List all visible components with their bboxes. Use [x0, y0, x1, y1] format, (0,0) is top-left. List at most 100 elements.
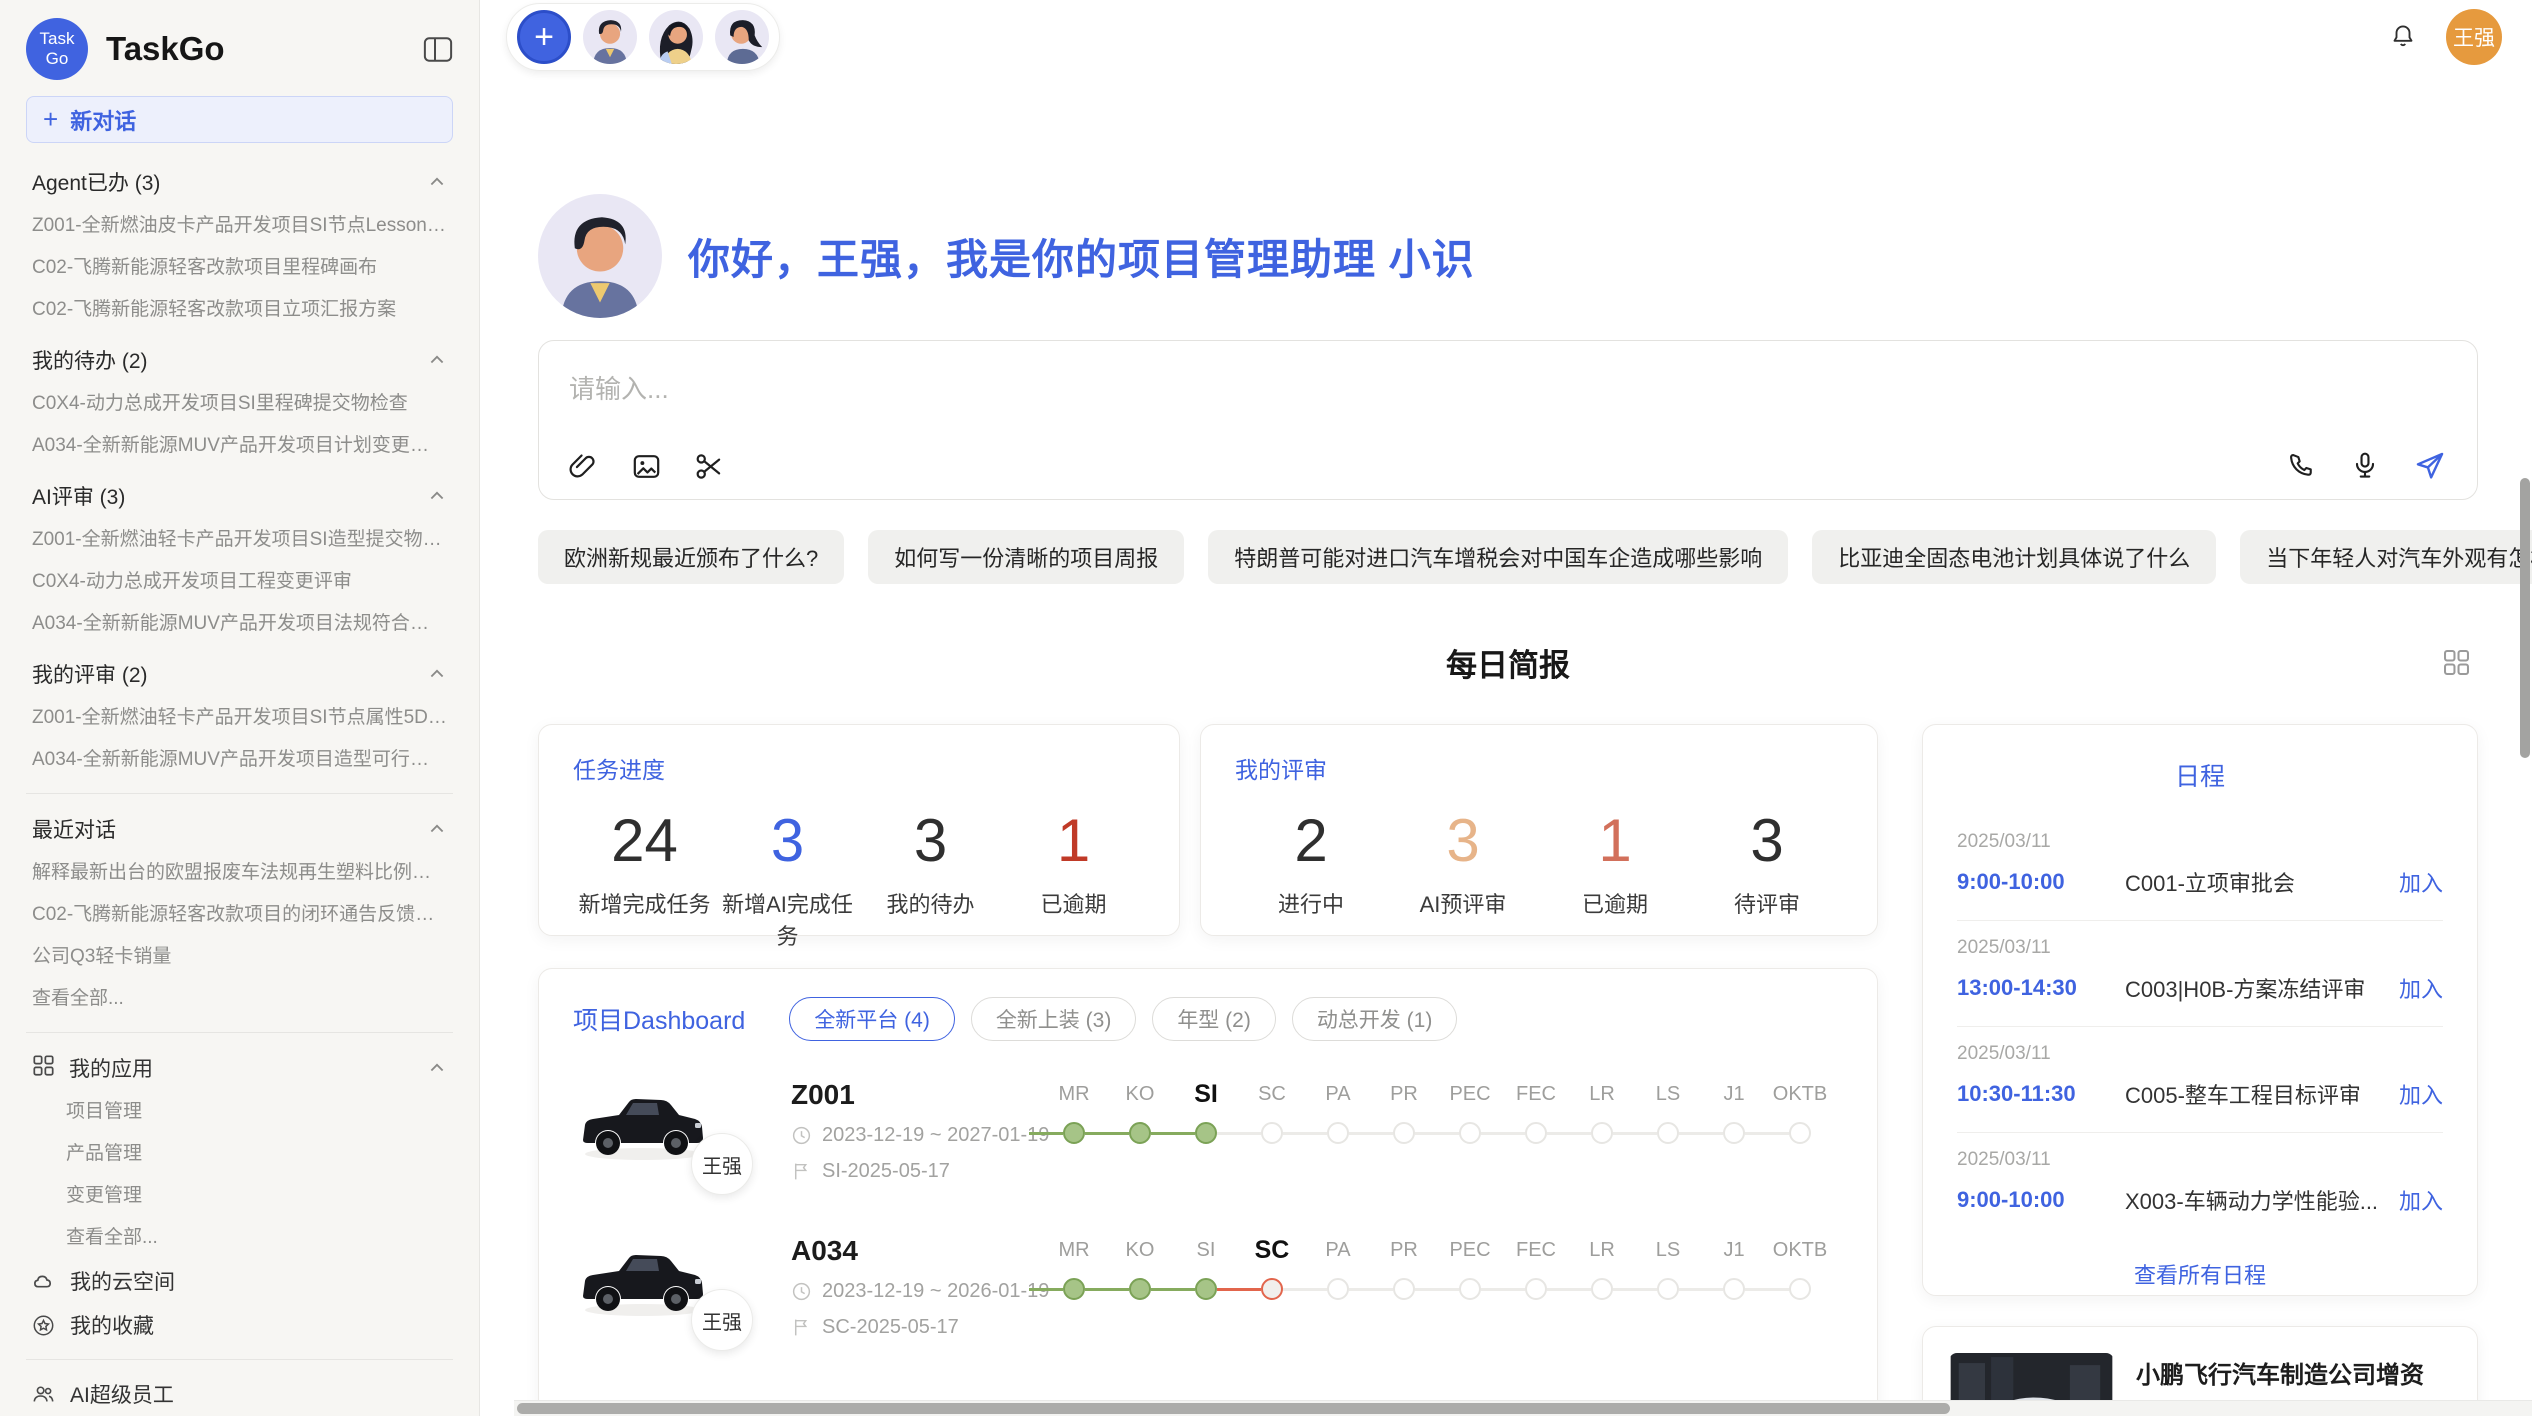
milestone-dot[interactable] — [1459, 1278, 1481, 1300]
milestone-dot[interactable] — [1129, 1122, 1151, 1144]
send-icon[interactable] — [2413, 449, 2447, 483]
sidebar-item[interactable]: C02-飞腾新能源轻客改款项目立项汇报方案 — [26, 289, 453, 331]
sidebar-link-star[interactable]: 我的收藏 — [26, 1303, 453, 1347]
recent-chat-item[interactable]: 解释最新出台的欧盟报废车法规再生塑料比例被调至15%... — [26, 852, 453, 894]
milestone-dot[interactable] — [1063, 1122, 1085, 1144]
new-chat-button[interactable]: + 新对话 — [26, 96, 453, 143]
sidebar-collapse-icon[interactable] — [423, 36, 453, 63]
milestone-dot[interactable] — [1657, 1122, 1679, 1144]
image-upload-icon[interactable] — [630, 450, 663, 483]
sidebar-section-header[interactable]: 我的待办 (2) — [26, 337, 453, 383]
stat-cell: 2进行中 — [1235, 799, 1387, 919]
join-meeting-link[interactable]: 加入 — [2399, 1078, 2443, 1110]
team-member-avatar[interactable] — [715, 10, 769, 64]
join-meeting-link[interactable]: 加入 — [2399, 866, 2443, 898]
team-member-avatar[interactable] — [649, 10, 703, 64]
sidebar-apps-header[interactable]: 我的应用 — [26, 1045, 453, 1091]
horizontal-scrollbar[interactable] — [514, 1400, 2532, 1416]
milestone-dot[interactable] — [1591, 1278, 1613, 1300]
milestone-dot[interactable] — [1195, 1122, 1217, 1144]
sidebar-section-header[interactable]: AI评审 (3) — [26, 473, 453, 519]
recent-chat-item[interactable]: C02-飞腾新能源轻客改款项目的闭环通告反馈情况 — [26, 894, 453, 936]
sidebar-item[interactable]: C0X4-动力总成开发项目工程变更评审 — [26, 561, 453, 603]
logo-line2: Go — [46, 49, 69, 69]
app-item[interactable]: 产品管理 — [26, 1133, 453, 1175]
horizontal-scrollbar-thumb[interactable] — [517, 1403, 1950, 1414]
sidebar-header: Task Go TaskGo — [26, 16, 453, 82]
user-avatar[interactable]: 王强 — [2446, 9, 2502, 65]
layout-grid-icon[interactable] — [2443, 649, 2470, 676]
add-member-button[interactable]: + — [517, 10, 571, 64]
milestone-dot[interactable] — [1063, 1278, 1085, 1300]
join-meeting-link[interactable]: 加入 — [2399, 1184, 2443, 1216]
vertical-scrollbar-thumb[interactable] — [2520, 478, 2530, 758]
dashboard-filter-chip[interactable]: 动总开发 (1) — [1292, 997, 1458, 1041]
dashboard-filter-chip[interactable]: 年型 (2) — [1152, 997, 1276, 1041]
milestone-dot[interactable] — [1195, 1278, 1217, 1300]
milestone-dot[interactable] — [1327, 1122, 1349, 1144]
project-owner-badge[interactable]: 王强 — [691, 1289, 753, 1351]
milestone-dot[interactable] — [1657, 1278, 1679, 1300]
right-column: 日程 2025/03/119:00-10:00C001-立项审批会加入2025/… — [1922, 724, 2478, 1416]
sidebar-section-header[interactable]: Agent已办 (3) — [26, 159, 453, 205]
stat-grid: 2进行中3AI预评审1已逾期3待评审 — [1235, 799, 1843, 919]
view-all-schedule-link[interactable]: 查看所有日程 — [1957, 1258, 2443, 1290]
sidebar-tool[interactable]: AI超级员工 — [26, 1372, 453, 1416]
milestone-dot[interactable] — [1789, 1122, 1811, 1144]
milestone-dot[interactable] — [1129, 1278, 1151, 1300]
milestone-dot[interactable] — [1261, 1278, 1283, 1300]
view-all-chats-link[interactable]: 查看全部... — [26, 978, 453, 1020]
app-item[interactable]: 项目管理 — [26, 1091, 453, 1133]
milestone-dot[interactable] — [1327, 1278, 1349, 1300]
microphone-icon[interactable] — [2349, 450, 2381, 482]
vertical-scrollbar[interactable] — [2518, 0, 2532, 1400]
milestone-dot[interactable] — [1723, 1122, 1745, 1144]
suggestion-chip[interactable]: 如何写一份清晰的项目周报 — [868, 530, 1184, 584]
briefing-header: 每日简报 — [538, 640, 2478, 684]
milestone-dot[interactable] — [1789, 1278, 1811, 1300]
sidebar-section-header[interactable]: 最近对话 — [26, 806, 453, 852]
sidebar-item[interactable]: A034-全新新能源MUV产品开发项目计划变更表编写 — [26, 425, 453, 467]
attachment-icon[interactable] — [567, 450, 600, 483]
sidebar-item[interactable]: A034-全新新能源MUV产品开发项目法规符合性评审 — [26, 603, 453, 645]
suggestion-chip[interactable]: 当下年轻人对汽车外观有怎样的喜好趋势 — [2240, 530, 2532, 584]
milestone-track: MRKOSISCPAPRPECFECLRLSJ1OKTB — [1041, 1075, 1843, 1153]
sidebar-item[interactable]: A034-全新新能源MUV产品开发项目造型可行性评审 — [26, 739, 453, 781]
app-logo: Task Go — [26, 18, 88, 80]
milestone-dot[interactable] — [1393, 1278, 1415, 1300]
phone-icon[interactable] — [2285, 450, 2317, 482]
project-owner-badge[interactable]: 王强 — [691, 1133, 753, 1195]
milestone-dot[interactable] — [1393, 1122, 1415, 1144]
milestone-dot[interactable] — [1525, 1278, 1547, 1300]
app-item[interactable]: 变更管理 — [26, 1175, 453, 1217]
dashboard-filter-chip[interactable]: 全新平台 (4) — [789, 997, 955, 1041]
suggestion-chip[interactable]: 比亚迪全固态电池计划具体说了什么 — [1812, 530, 2216, 584]
milestone-dot[interactable] — [1723, 1278, 1745, 1300]
dashboard-filter-chip[interactable]: 全新上装 (3) — [971, 997, 1137, 1041]
sidebar-item[interactable]: Z001-全新燃油轻卡产品开发项目SI节点属性5D文件评审 — [26, 697, 453, 739]
sidebar-section-header[interactable]: 我的评审 (2) — [26, 651, 453, 697]
milestone-connector — [1481, 1132, 1525, 1135]
suggestion-chip[interactable]: 特朗普可能对进口汽车增税会对中国车企造成哪些影响 — [1208, 530, 1788, 584]
recent-chat-item[interactable]: 公司Q3轻卡销量 — [26, 936, 453, 978]
notification-bell-icon[interactable] — [2388, 22, 2418, 52]
join-meeting-link[interactable]: 加入 — [2399, 972, 2443, 1004]
sidebar-item[interactable]: Z001-全新燃油皮卡产品开发项目SI节点Lesson Learn报告 — [26, 205, 453, 247]
scissors-icon[interactable] — [693, 450, 726, 483]
milestone-dot[interactable] — [1591, 1122, 1613, 1144]
project-code: A034 — [791, 1235, 1041, 1267]
suggestion-chip[interactable]: 欧洲新规最近颁布了什么? — [538, 530, 844, 584]
sidebar-item[interactable]: C0X4-动力总成开发项目SI里程碑提交物检查 — [26, 383, 453, 425]
sidebar-item[interactable]: C02-飞腾新能源轻客改款项目里程碑画布 — [26, 247, 453, 289]
team-member-avatar[interactable] — [583, 10, 637, 64]
milestone-dot[interactable] — [1261, 1122, 1283, 1144]
milestone-dot[interactable] — [1525, 1122, 1547, 1144]
logo-line1: Task — [40, 29, 75, 49]
sidebar-item[interactable]: Z001-全新燃油轻卡产品开发项目SI造型提交物评审 — [26, 519, 453, 561]
milestone-connector — [1745, 1288, 1789, 1291]
milestone-dot[interactable] — [1459, 1122, 1481, 1144]
chat-input[interactable]: 请输入... — [538, 340, 2478, 500]
sidebar-link-cloud[interactable]: 我的云空间 — [26, 1259, 453, 1303]
date-range: 2023-12-19 ~ 2027-01-19 — [822, 1124, 1049, 1147]
view-all-apps-link[interactable]: 查看全部... — [26, 1217, 453, 1259]
